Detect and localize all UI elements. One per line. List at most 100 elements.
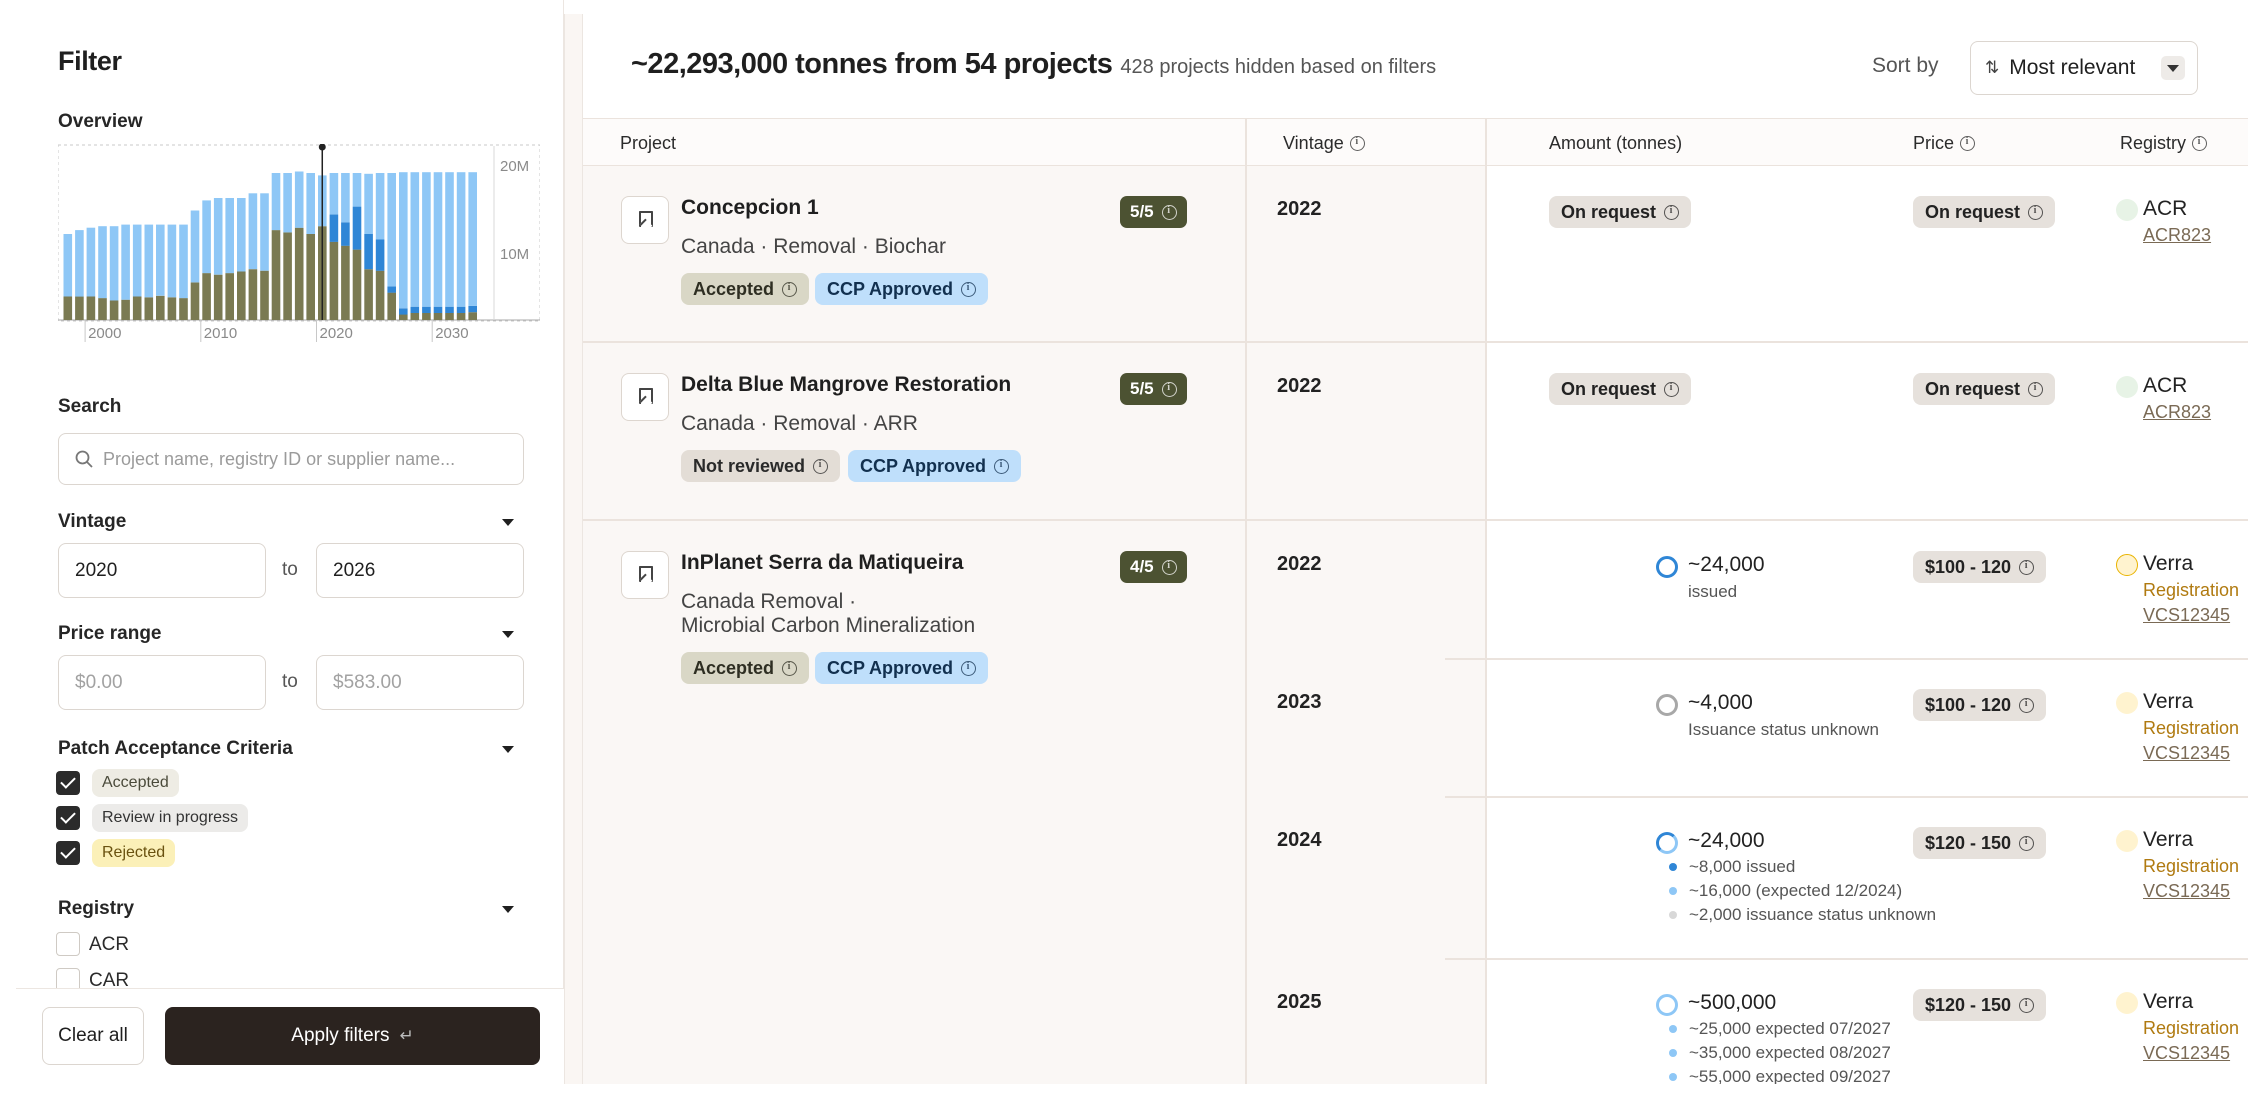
chart-bar-2013-s2 bbox=[237, 198, 246, 272]
criteria-checkbox-review[interactable] bbox=[56, 806, 80, 830]
price-chip[interactable]: $100 - 120 bbox=[1913, 689, 2047, 721]
search-field[interactable] bbox=[58, 433, 524, 485]
registry-id-link[interactable]: VCS12345 bbox=[2143, 881, 2230, 902]
registry-id-link[interactable]: ACR823 bbox=[2143, 402, 2211, 423]
quality-score-badge[interactable]: 5/5 bbox=[1120, 196, 1187, 228]
registry-checkbox-acr[interactable] bbox=[56, 932, 80, 956]
chart-bar-2019-s2 bbox=[306, 173, 315, 234]
acceptance-chip[interactable]: Not reviewed bbox=[681, 450, 841, 482]
price-chip[interactable]: $120 - 150 bbox=[1913, 989, 2047, 1021]
chart-bar-2012-s0 bbox=[225, 273, 234, 320]
vintage-from-input[interactable]: 2020 bbox=[58, 543, 266, 598]
y-tick-10m: 10M bbox=[500, 246, 529, 263]
chart-bar-2014-s0 bbox=[248, 269, 258, 320]
column-vintage[interactable]: Vintage bbox=[1283, 133, 1365, 154]
chart-bar-2002-s2 bbox=[109, 226, 119, 301]
criteria-checkbox-rejected[interactable] bbox=[56, 841, 80, 865]
price-chip[interactable]: $120 - 150 bbox=[1913, 827, 2047, 859]
column-project[interactable]: Project bbox=[620, 133, 676, 154]
vintage-collapse-icon[interactable] bbox=[502, 519, 514, 526]
chart-bar-2006-s0 bbox=[156, 295, 165, 320]
table-row[interactable]: Delta Blue Mangrove Restoration Canada ·… bbox=[583, 343, 2248, 521]
chart-bar-2003-s2 bbox=[121, 224, 130, 300]
bookmark-icon[interactable] bbox=[621, 551, 669, 599]
chart-bar-2024-s2 bbox=[364, 173, 373, 234]
price-collapse-icon[interactable] bbox=[502, 631, 514, 638]
price-from-input[interactable]: $0.00 bbox=[58, 655, 266, 710]
verra-logo-icon bbox=[2116, 830, 2138, 852]
amount-on-request-chip[interactable]: On request bbox=[1549, 373, 1692, 405]
project-name[interactable]: InPlanet Serra da Matiqueira bbox=[681, 551, 963, 575]
info-icon bbox=[2028, 381, 2044, 397]
sort-select[interactable]: ⇅ Most relevant bbox=[1970, 41, 2198, 95]
registry-id-link[interactable]: VCS12345 bbox=[2143, 605, 2230, 626]
chevron-down-icon[interactable] bbox=[2161, 56, 2185, 80]
chart-bar-2027-s2 bbox=[399, 172, 408, 309]
registry-id-link[interactable]: VCS12345 bbox=[2143, 743, 2230, 764]
bookmark-icon[interactable] bbox=[621, 373, 669, 421]
chart-bar-2026-s1 bbox=[387, 286, 396, 293]
vintage-year: 2024 bbox=[1277, 829, 1322, 851]
column-amount[interactable]: Amount (tonnes) bbox=[1549, 133, 1682, 154]
registry-id-link[interactable]: ACR823 bbox=[2143, 225, 2211, 246]
chart-bar-2007-s2 bbox=[167, 224, 177, 298]
ccp-approved-chip[interactable]: CCP Approved bbox=[815, 273, 989, 305]
criteria-collapse-icon[interactable] bbox=[502, 746, 514, 753]
chart-bar-2026-s2 bbox=[387, 173, 396, 287]
amount-breakdown-item: ~35,000 expected 08/2027 bbox=[1669, 1043, 1891, 1063]
ccp-approved-chip[interactable]: CCP Approved bbox=[815, 652, 989, 684]
vintage-year: 2022 bbox=[1277, 198, 1322, 220]
project-meta: Canada · Removal · Biochar bbox=[681, 235, 946, 258]
quality-score-badge[interactable]: 5/5 bbox=[1120, 373, 1187, 405]
clear-all-button[interactable]: Clear all bbox=[42, 1007, 144, 1065]
registry-collapse-icon[interactable] bbox=[502, 906, 514, 913]
acceptance-chip[interactable]: Accepted bbox=[681, 273, 810, 305]
registry-name: Verra bbox=[2143, 690, 2194, 713]
chart-bar-2022-s2 bbox=[341, 173, 350, 223]
chart-bar-2033-s2 bbox=[468, 172, 477, 306]
chart-bar-2016-s2 bbox=[271, 173, 281, 231]
chart-bar-2010-s0 bbox=[202, 273, 211, 320]
column-price[interactable]: Price bbox=[1913, 133, 1976, 154]
bookmark-icon[interactable] bbox=[621, 196, 669, 244]
price-on-request-chip[interactable]: On request bbox=[1913, 196, 2056, 228]
chart-bar-2006-s2 bbox=[156, 224, 165, 296]
project-cell: Delta Blue Mangrove Restoration Canada ·… bbox=[583, 343, 1245, 519]
ccp-approved-chip[interactable]: CCP Approved bbox=[848, 450, 1022, 482]
price-chip[interactable]: $100 - 120 bbox=[1913, 551, 2047, 583]
acceptance-chip[interactable]: Accepted bbox=[681, 652, 810, 684]
chart-bar-2023-s1 bbox=[352, 206, 362, 250]
chart-bar-2008-s2 bbox=[179, 224, 188, 299]
project-name[interactable]: Concepcion 1 bbox=[681, 196, 819, 220]
quality-score-badge[interactable]: 4/5 bbox=[1120, 551, 1187, 583]
price-on-request-chip[interactable]: On request bbox=[1913, 373, 2056, 405]
vintage-to-input[interactable]: 2026 bbox=[316, 543, 524, 598]
chart-bar-2023-s0 bbox=[352, 249, 362, 320]
vintage-divider bbox=[1445, 796, 2248, 798]
info-icon bbox=[782, 281, 798, 297]
registry-name: Verra bbox=[2143, 552, 2194, 575]
chart-bar-2005-s2 bbox=[144, 224, 154, 298]
search-input[interactable] bbox=[103, 448, 503, 470]
criteria-checkbox-accepted[interactable] bbox=[56, 771, 80, 795]
chart-bar-2031-s1 bbox=[445, 306, 454, 313]
expected-dot-icon bbox=[1669, 1025, 1677, 1033]
chart-bar-2033-s1 bbox=[468, 305, 477, 313]
apply-filters-button[interactable]: Apply filters ↵ bbox=[165, 1007, 540, 1065]
column-divider bbox=[1245, 118, 1247, 1084]
chart-bar-2031-s2 bbox=[445, 172, 454, 307]
x-tick-2010: 2010 bbox=[204, 325, 237, 342]
criteria-label: Patch Acceptance Criteria bbox=[58, 738, 293, 759]
registry-label: Registry bbox=[58, 898, 135, 919]
overview-chart[interactable]: 20M 10M 2000 2010 2020 2030 bbox=[58, 144, 540, 342]
amount-on-request-chip[interactable]: On request bbox=[1549, 196, 1692, 228]
column-registry[interactable]: Registry bbox=[2120, 133, 2208, 154]
table-row[interactable]: Concepcion 1 Canada · Removal · Biochar … bbox=[583, 166, 2248, 343]
criteria-chip-rejected: Rejected bbox=[92, 839, 176, 867]
price-to-input[interactable]: $583.00 bbox=[316, 655, 524, 710]
info-icon bbox=[782, 660, 798, 676]
project-name[interactable]: Delta Blue Mangrove Restoration bbox=[681, 373, 1011, 397]
chart-bar-2015-s2 bbox=[260, 193, 269, 271]
table-row[interactable]: InPlanet Serra da Matiqueira Canada Remo… bbox=[583, 521, 2248, 1084]
registry-id-link[interactable]: VCS12345 bbox=[2143, 1043, 2230, 1064]
